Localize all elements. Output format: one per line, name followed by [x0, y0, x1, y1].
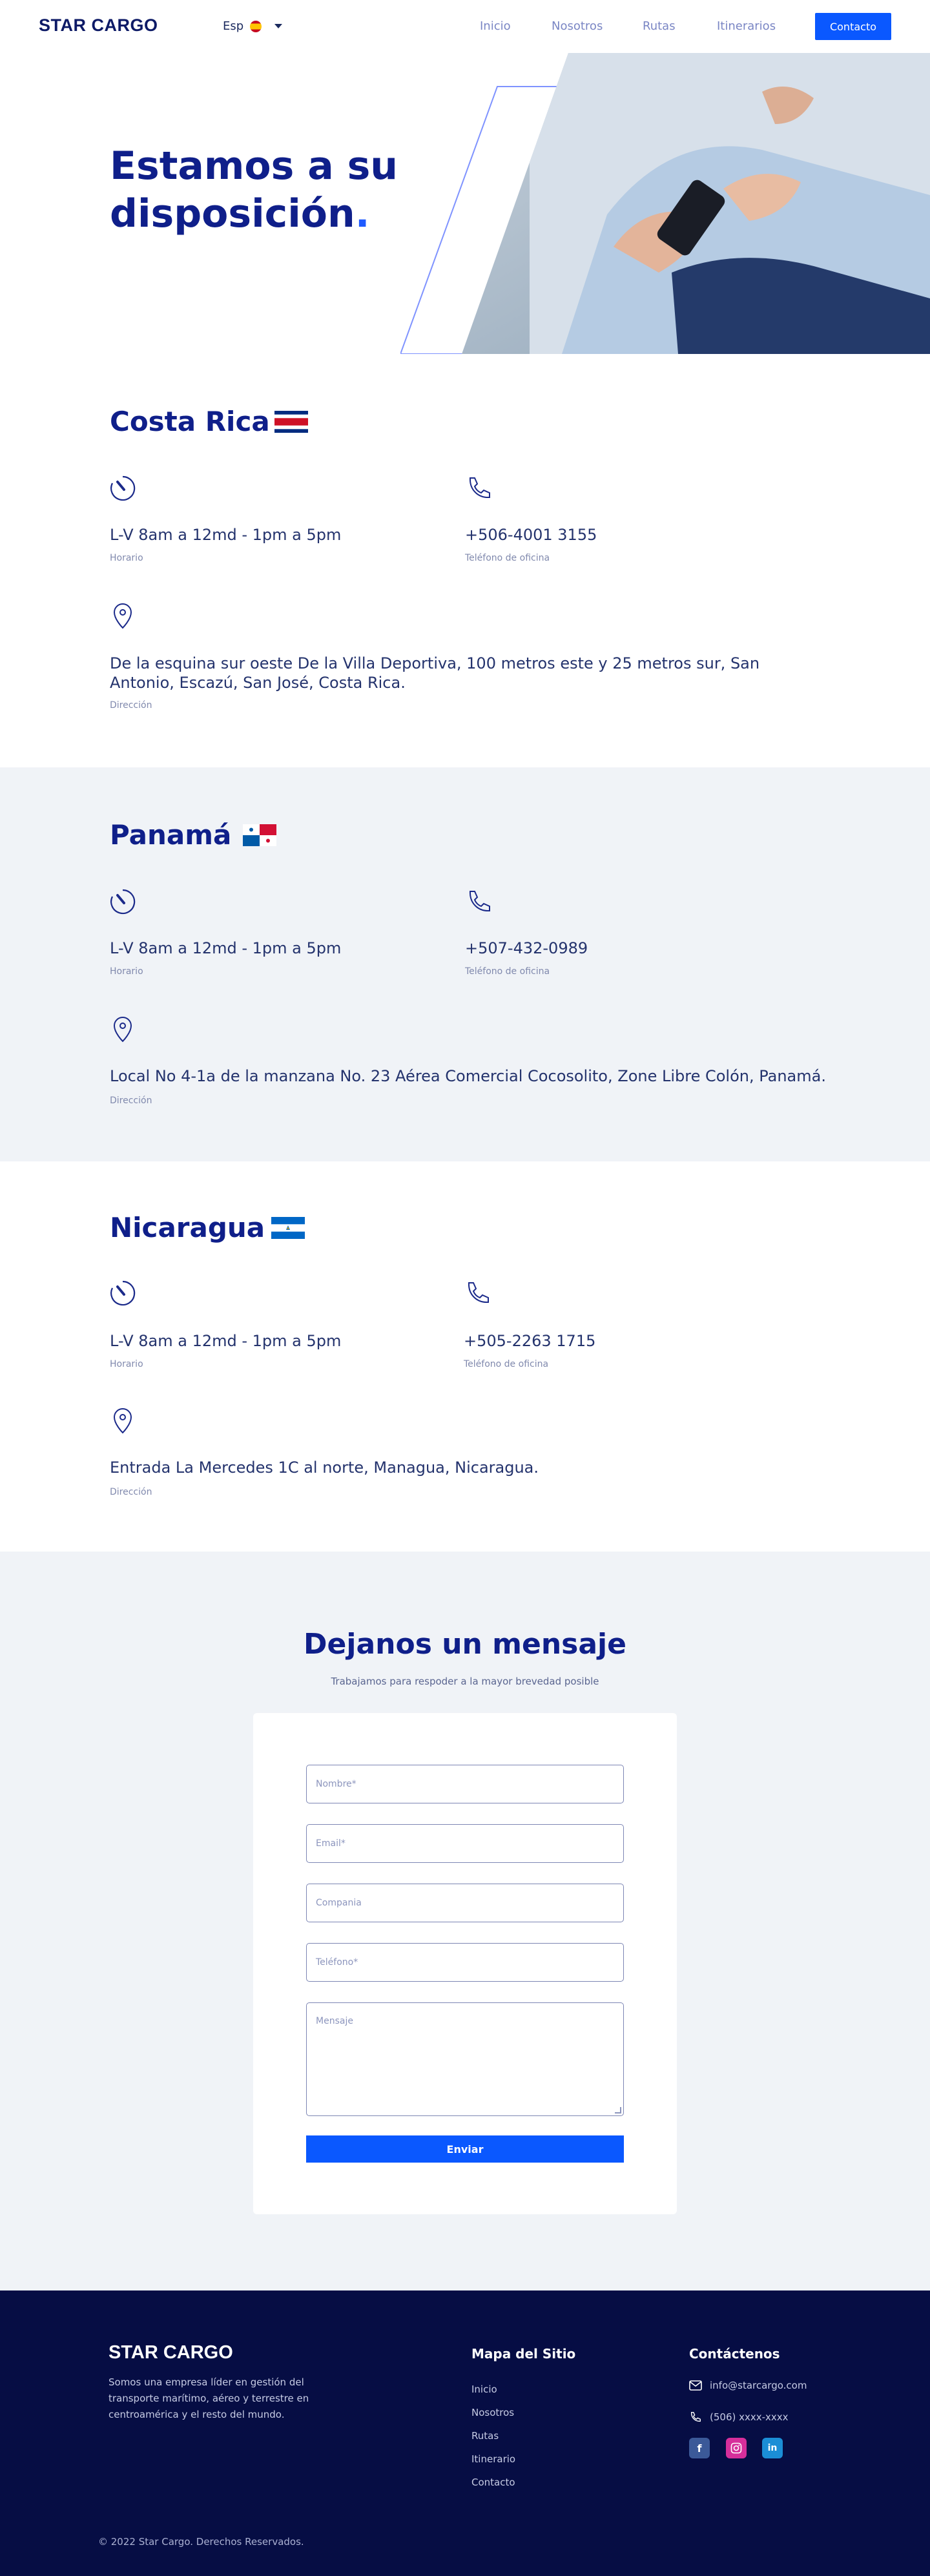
- hero-title: Estamos a su disposición.: [110, 142, 398, 238]
- nav-inicio[interactable]: Inicio: [480, 19, 511, 33]
- phone-icon: [690, 2412, 701, 2422]
- hero-title-line1: Estamos a su: [110, 143, 398, 189]
- office-costa-rica: Costa Rica L-V 8am a 12md - 1pm a 5pm Ho…: [0, 354, 930, 767]
- nav-nosotros[interactable]: Nosotros: [552, 19, 603, 33]
- location-pin-icon: [113, 1017, 132, 1043]
- country-title: Nicaragua: [110, 1212, 265, 1243]
- hero-title-line2: disposición: [110, 191, 355, 236]
- hero-title-dot: .: [355, 191, 370, 236]
- name-placeholder: Nombre*: [316, 1779, 356, 1789]
- address-label: Dirección: [110, 1487, 152, 1497]
- hours-label: Horario: [110, 553, 143, 563]
- logo[interactable]: STAR CARGO: [39, 16, 158, 36]
- office-nicaragua: Nicaragua L-V 8am a 12md - 1pm a 5pm Hor…: [0, 1161, 930, 1552]
- address-label: Dirección: [110, 700, 152, 711]
- linkedin-glyph: in: [767, 2443, 778, 2453]
- footer-email[interactable]: info@starcargo.com: [689, 2380, 807, 2391]
- address-value: Entrada La Mercedes 1C al norte, Managua…: [110, 1459, 539, 1477]
- footer-link-rutas[interactable]: Rutas: [471, 2430, 499, 2442]
- sitemap-title: Mapa del Sitio: [471, 2346, 576, 2362]
- contact-form-card: Nombre* Email* Compania Teléfono* Mensaj…: [253, 1713, 677, 2214]
- language-selector[interactable]: Esp: [223, 19, 283, 33]
- instagram-icon[interactable]: [726, 2438, 747, 2458]
- company-placeholder: Compania: [316, 1898, 362, 1908]
- footer-link-inicio[interactable]: Inicio: [471, 2384, 497, 2395]
- phone-label: Teléfono de oficina: [465, 966, 550, 977]
- footer-link-itinerario[interactable]: Itinerario: [471, 2453, 515, 2465]
- message-textarea[interactable]: Mensaje: [306, 2002, 624, 2116]
- phone-icon: [469, 891, 490, 912]
- contact-title: Contáctenos: [689, 2346, 780, 2362]
- hours-label: Horario: [110, 966, 143, 977]
- address-value: De la esquina sur oeste De la Villa Depo…: [110, 654, 760, 692]
- footer-phone[interactable]: (506) xxxx-xxxx: [689, 2411, 789, 2424]
- country-title: Costa Rica: [110, 406, 270, 437]
- nav-rutas[interactable]: Rutas: [643, 19, 676, 33]
- clock-icon: [110, 475, 136, 501]
- facebook-icon[interactable]: f: [689, 2438, 710, 2458]
- submit-button[interactable]: Enviar: [306, 2135, 624, 2163]
- resize-handle-icon[interactable]: [615, 2107, 621, 2114]
- footer-link-nosotros[interactable]: Nosotros: [471, 2407, 514, 2418]
- office-panama: Panamá L-V 8am a 12md - 1pm a 5pm Horari…: [0, 767, 930, 1161]
- language-label: Esp: [223, 19, 244, 33]
- footer-email-text: info@starcargo.com: [710, 2380, 807, 2391]
- company-field[interactable]: Compania: [306, 1884, 624, 1922]
- hours-value: L-V 8am a 12md - 1pm a 5pm: [110, 526, 342, 544]
- hero-image: [400, 53, 930, 354]
- footer-description: Somos una empresa líder en gestión del t…: [108, 2376, 309, 2420]
- facebook-glyph: f: [697, 2442, 702, 2455]
- hours-value: L-V 8am a 12md - 1pm a 5pm: [110, 939, 342, 957]
- country-title: Panamá: [110, 819, 232, 851]
- nav-itinerarios[interactable]: Itinerarios: [717, 19, 776, 33]
- phone-value[interactable]: +505-2263 1715: [464, 1332, 595, 1350]
- footer-link-contacto[interactable]: Contacto: [471, 2477, 515, 2488]
- chevron-down-icon: [274, 24, 283, 28]
- phone-value[interactable]: +506-4001 3155: [465, 526, 597, 544]
- spain-flag-icon: [250, 20, 262, 32]
- phone-icon: [468, 1282, 489, 1304]
- instagram-glyph-icon: [730, 2442, 742, 2454]
- page: STAR CARGO Esp Inicio Nosotros Rutas Iti…: [0, 0, 930, 2576]
- phone-field[interactable]: Teléfono*: [306, 1943, 624, 1982]
- form-subtitle: Trabajamos para respoder a la mayor brev…: [331, 1676, 599, 1687]
- hours-label: Horario: [110, 1359, 143, 1369]
- site-header: STAR CARGO Esp Inicio Nosotros Rutas Iti…: [0, 0, 930, 53]
- hours-value: L-V 8am a 12md - 1pm a 5pm: [110, 1332, 342, 1350]
- phone-placeholder: Teléfono*: [316, 1957, 358, 1968]
- copyright: © 2022 Star Cargo. Derechos Reservados.: [98, 2536, 304, 2548]
- form-title: Dejanos un mensaje: [304, 1628, 626, 1661]
- location-pin-icon: [113, 1408, 132, 1434]
- linkedin-icon[interactable]: in: [762, 2438, 783, 2458]
- address-label: Dirección: [110, 1096, 152, 1106]
- mail-icon: [689, 2380, 702, 2391]
- name-field[interactable]: Nombre*: [306, 1765, 624, 1803]
- clock-icon: [110, 1280, 136, 1306]
- nicaragua-flag-icon: [271, 1217, 305, 1239]
- panama-flag-icon: [243, 824, 276, 846]
- footer-logo[interactable]: STAR CARGO: [108, 2342, 233, 2363]
- email-placeholder: Email*: [316, 1838, 346, 1849]
- site-footer: STAR CARGO Somos una empresa líder en ge…: [0, 2290, 930, 2576]
- phone-value[interactable]: +507-432-0989: [465, 939, 588, 957]
- email-field[interactable]: Email*: [306, 1824, 624, 1863]
- contact-button[interactable]: Contacto: [815, 13, 891, 40]
- clock-icon: [110, 889, 136, 915]
- phone-label: Teléfono de oficina: [464, 1359, 549, 1369]
- message-placeholder: Mensaje: [316, 2016, 353, 2026]
- phone-icon: [469, 477, 490, 499]
- address-value: Local No 4-1a de la manzana No. 23 Aérea…: [110, 1067, 826, 1085]
- location-pin-icon: [113, 603, 132, 629]
- footer-phone-text: (506) xxxx-xxxx: [710, 2411, 789, 2423]
- costa-rica-flag-icon: [274, 411, 308, 433]
- phone-label: Teléfono de oficina: [465, 553, 550, 563]
